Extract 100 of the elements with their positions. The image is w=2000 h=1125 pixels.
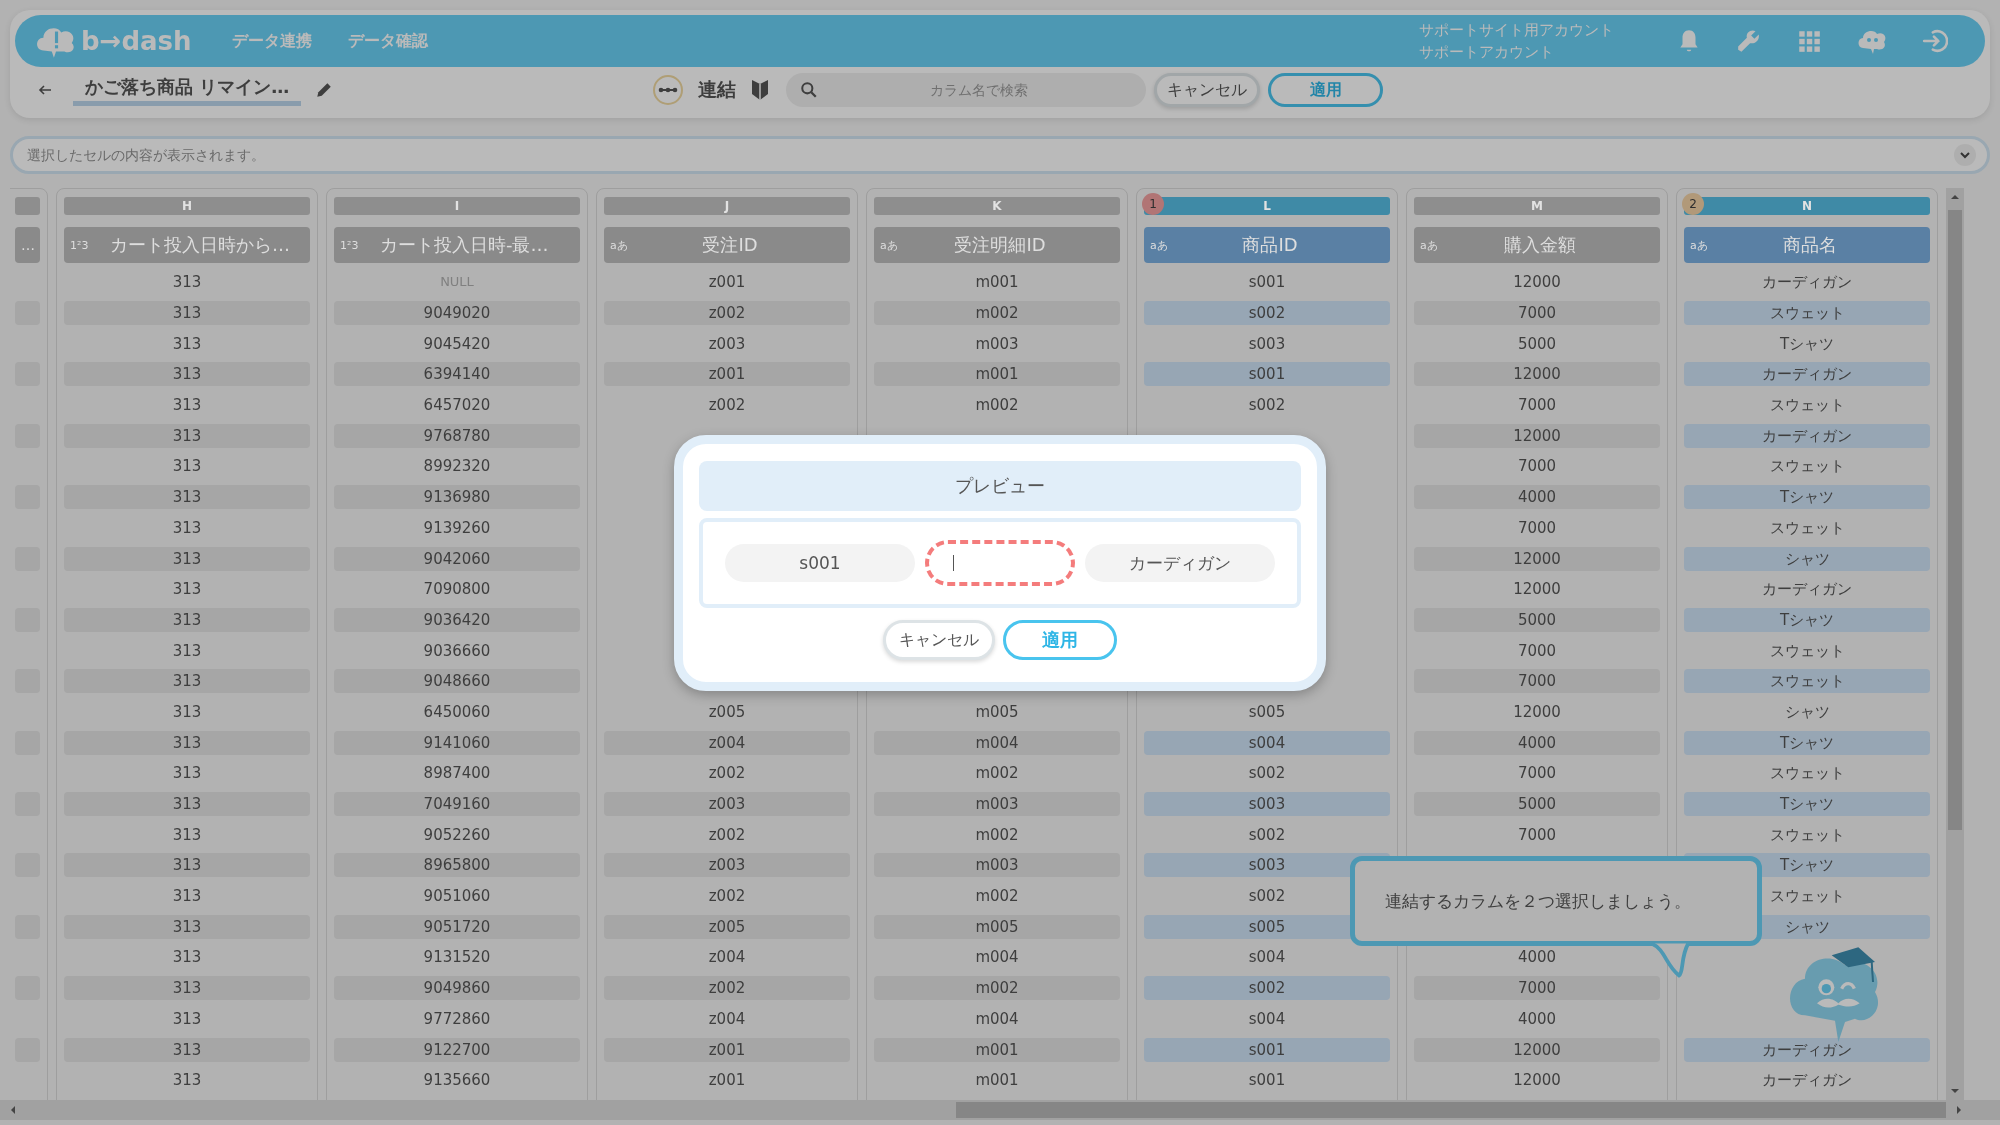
cell-content-field[interactable]: 選択したセルの内容が表示されます。: [10, 136, 1990, 174]
table-cell-text: 7000: [1516, 517, 1558, 539]
table-cell: s001: [1144, 1037, 1390, 1062]
table-cell-text: 9052260: [422, 824, 492, 846]
table-cell: 8965800: [334, 853, 580, 878]
table-cell: z001: [604, 1037, 850, 1062]
column-header[interactable]: …: [15, 227, 40, 263]
account-name: サポートアカウント: [1419, 42, 1555, 63]
table-cell-text: 9135660: [422, 1070, 492, 1092]
document-title[interactable]: かご落ち商品 リマイン…: [73, 74, 302, 106]
table-cell-text: 8992320: [422, 456, 492, 478]
table-cell-text: 4000: [1516, 1008, 1558, 1030]
cancel-button[interactable]: キャンセル: [883, 620, 995, 660]
table-cell-text: 313: [171, 763, 203, 785]
table-cell-text: m003: [974, 333, 1020, 355]
table-cell: 7049160: [334, 792, 580, 817]
table-cell-text: 313: [171, 1070, 203, 1092]
selection-order-badge: 1: [1142, 193, 1164, 215]
table-cell: 313: [64, 730, 310, 755]
table-cell-text: 7000: [1516, 824, 1558, 846]
table-cell-text: 5000: [1516, 333, 1558, 355]
table-cell-text: s001: [1247, 272, 1287, 294]
table-cell: s003: [1144, 792, 1390, 817]
table-cell-text: z002: [707, 824, 747, 846]
type-label: aあ: [1690, 237, 1709, 253]
table-cell: 313: [64, 669, 310, 694]
table-cell: 4000: [1414, 730, 1660, 755]
table-cell-text: z004: [707, 947, 747, 969]
table-cell-text: z002: [707, 886, 747, 908]
type-label: aあ: [880, 237, 899, 253]
table-cell: 313: [64, 546, 310, 571]
table-cell-text: m001: [974, 1070, 1020, 1092]
table-cell-text: s004: [1247, 947, 1287, 969]
table-cell: 313: [64, 607, 310, 632]
table-cell: m005: [874, 914, 1120, 939]
search-field[interactable]: カラム名で検索: [786, 73, 1146, 107]
column-header[interactable]: aあ 商品ID: [1144, 227, 1390, 263]
apply-button[interactable]: 適用: [1268, 73, 1383, 107]
table-cell-text: 12000: [1512, 701, 1562, 723]
column-header[interactable]: aあ 受注ID: [604, 227, 850, 263]
table-cell: s002: [1144, 301, 1390, 326]
column-name: 商品名: [1782, 233, 1838, 257]
table-cell: 9049020: [334, 301, 580, 326]
cancel-button[interactable]: キャンセル: [1154, 73, 1260, 107]
column-letter-bar[interactable]: J: [604, 197, 850, 215]
table-cell-text: 313: [171, 640, 203, 662]
hint-text: 連結するカラムを２つ選択しましょう。: [1385, 889, 1691, 913]
column-name: カート投入日時から…: [110, 233, 291, 257]
table-cell-text: 12000: [1512, 1070, 1562, 1092]
table-cell-text: スウェット: [1768, 456, 1846, 478]
column-header[interactable]: 1²3 カート投入日時から…: [64, 227, 310, 263]
table-cell: m003: [874, 792, 1120, 817]
table-cell: シャツ: [1684, 546, 1930, 571]
table-cell: スウェット: [1684, 669, 1930, 694]
column-letter-bar[interactable]: H: [64, 197, 310, 215]
nav-link[interactable]: データ連携: [231, 30, 312, 52]
account-name: サポートサイト用アカウント: [1419, 20, 1615, 41]
table-cell-text: Tシャツ: [1778, 333, 1836, 355]
column-name: 購入金額: [1503, 233, 1577, 257]
table-cell-text: m005: [974, 701, 1020, 723]
dialog-title: プレビュー: [699, 461, 1301, 511]
table-cell-text: s002: [1247, 886, 1287, 908]
table-cell: 7000: [1414, 301, 1660, 326]
column-header[interactable]: aあ 商品名: [1684, 227, 1930, 263]
table-cell: m001: [874, 362, 1120, 387]
table-cell-text: 7000: [1516, 640, 1558, 662]
column-letter-bar[interactable]: K: [874, 197, 1120, 215]
table-cell: 313: [64, 362, 310, 387]
table-cell-text: s001: [1247, 1070, 1287, 1092]
column-header[interactable]: aあ 購入金額: [1414, 227, 1660, 263]
table-cell: 7000: [1414, 976, 1660, 1001]
column-letter-bar[interactable]: M: [1414, 197, 1660, 215]
table-cell-text: スウェット: [1768, 517, 1846, 539]
table-cell-text: カーディガン: [1761, 272, 1853, 294]
table-cell: スウェット: [1684, 301, 1930, 326]
column-letter-bar[interactable]: I: [334, 197, 580, 215]
table-cell: 9048660: [334, 669, 580, 694]
type-label: aあ: [1420, 237, 1439, 253]
table-cell-text: 9131520: [422, 947, 492, 969]
table-cell: Tシャツ: [1684, 730, 1930, 755]
nav-link[interactable]: データ確認: [347, 30, 428, 52]
mode-label: 連結: [698, 77, 736, 102]
table-cell: 9136980: [334, 485, 580, 510]
table-cell: z004: [604, 730, 850, 755]
column-header[interactable]: aあ 受注明細ID: [874, 227, 1120, 263]
table-cell-text: m001: [974, 272, 1020, 294]
table-cell-text: s002: [1247, 824, 1287, 846]
table-cell: z003: [604, 853, 850, 878]
table-cell-text: 313: [171, 1008, 203, 1030]
column-name: カート投入日時-最…: [380, 233, 550, 257]
apply-button[interactable]: 適用: [1003, 620, 1117, 660]
table-cell-text: s003: [1247, 333, 1287, 355]
table-cell-text: s002: [1247, 395, 1287, 417]
table-cell: 7000: [1414, 669, 1660, 694]
table-cell-text: 8987400: [422, 763, 492, 785]
table-cell-text: 9139260: [422, 517, 492, 539]
table-cell-text: m002: [974, 395, 1020, 417]
column-header[interactable]: 1²3 カート投入日時-最…: [334, 227, 580, 263]
table-cell: m002: [874, 301, 1120, 326]
table-cell: カーディガン: [1684, 1037, 1930, 1062]
